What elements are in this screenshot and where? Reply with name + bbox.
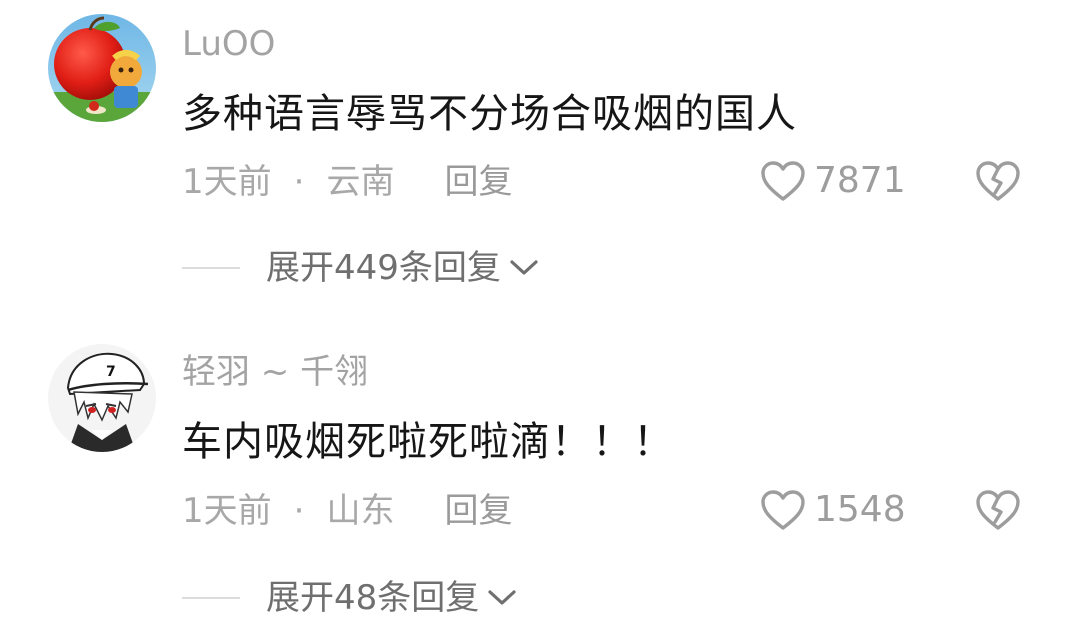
- broken-heart-icon: [976, 161, 1020, 201]
- chevron-down-icon: [510, 260, 538, 275]
- reply-button[interactable]: 回复: [444, 491, 512, 531]
- comment-location: 云南: [326, 162, 395, 202]
- meta-separator: ·: [293, 162, 305, 202]
- heart-outline-icon: [761, 161, 805, 201]
- comment-meta: 1天前 · 山东 回复: [182, 491, 512, 531]
- username[interactable]: LuOO: [182, 24, 275, 64]
- anime-boy-cap-avatar-icon: 7: [48, 344, 156, 452]
- expand-divider: [182, 597, 240, 599]
- comment-text: 车内吸烟死啦死啦滴！！！: [182, 419, 674, 465]
- user-avatar[interactable]: [48, 14, 156, 122]
- like-count: 1548: [814, 489, 906, 530]
- comment-text: 多种语言辱骂不分场合吸烟的国人: [182, 91, 797, 137]
- chevron-down-icon: [488, 590, 516, 605]
- like-count: 7871: [814, 160, 906, 201]
- dislike-button[interactable]: [975, 160, 1021, 202]
- like-button[interactable]: 7871: [760, 160, 906, 202]
- svg-text:7: 7: [106, 364, 116, 380]
- comment-time: 1天前: [182, 162, 272, 202]
- username[interactable]: 轻羽 ~ 千翎: [182, 352, 368, 392]
- expand-replies-label: 展开48条回复: [266, 578, 480, 618]
- apple-cartoon-avatar-icon: [48, 14, 156, 122]
- user-avatar[interactable]: 7: [48, 344, 156, 452]
- comment-location: 山东: [326, 491, 395, 531]
- meta-separator: ·: [293, 491, 305, 531]
- expand-replies-button[interactable]: 展开48条回复: [182, 578, 517, 618]
- heart-outline-icon: [761, 490, 805, 530]
- comment-meta: 1天前 · 云南 回复: [182, 162, 512, 202]
- expand-replies-button[interactable]: 展开449条回复: [182, 248, 539, 288]
- broken-heart-icon: [976, 490, 1020, 530]
- reply-button[interactable]: 回复: [444, 162, 512, 202]
- like-button[interactable]: 1548: [760, 489, 906, 531]
- expand-divider: [182, 267, 240, 269]
- comment-time: 1天前: [182, 491, 272, 531]
- expand-replies-label: 展开449条回复: [266, 248, 501, 288]
- dislike-button[interactable]: [975, 489, 1021, 531]
